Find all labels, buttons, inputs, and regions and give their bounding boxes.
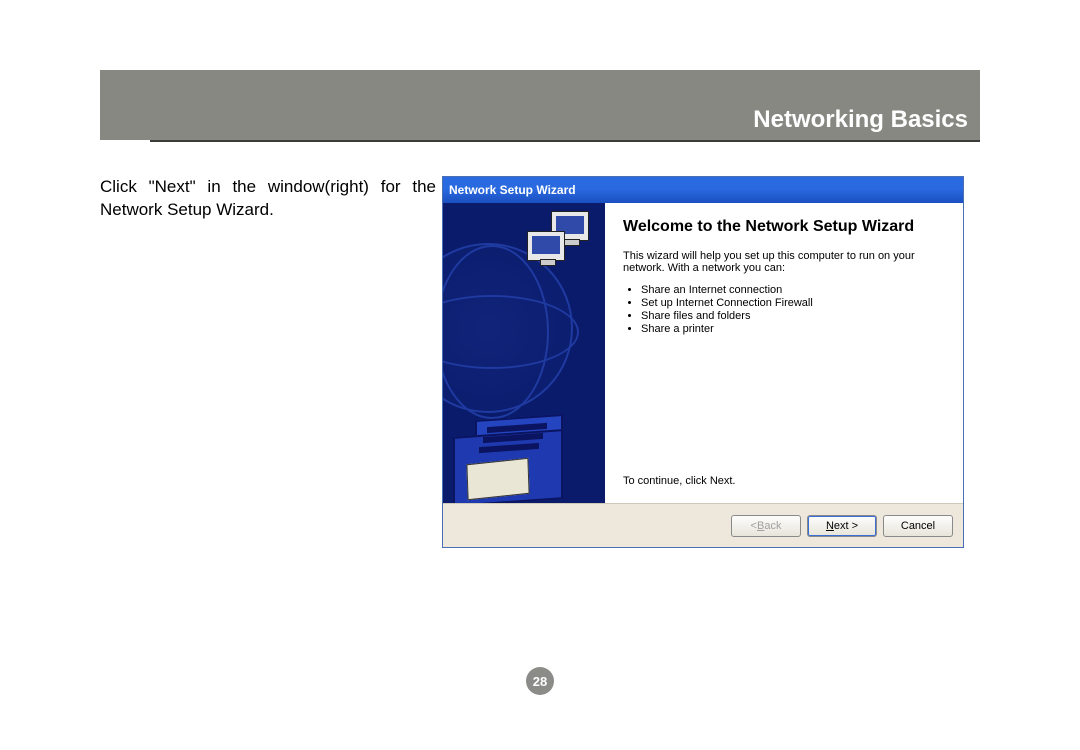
list-item: Share an Internet connection <box>641 284 945 296</box>
list-item: Set up Internet Connection Firewall <box>641 297 945 309</box>
wizard-feature-list: Share an Internet connection Set up Inte… <box>641 284 945 336</box>
printer-icon <box>453 393 583 503</box>
page-number-badge: 28 <box>526 667 554 695</box>
wizard-heading: Welcome to the Network Setup Wizard <box>623 217 945 236</box>
next-button[interactable]: Next > <box>807 515 877 537</box>
cancel-label: Cancel <box>901 520 935 532</box>
computers-icon <box>527 211 597 267</box>
back-rest: ack <box>764 520 781 532</box>
section-title: Networking Basics <box>753 106 968 134</box>
globe-icon <box>443 243 573 413</box>
next-rest: ext > <box>834 520 858 532</box>
cancel-button[interactable]: Cancel <box>883 515 953 537</box>
back-button: < Back <box>731 515 801 537</box>
wizard-intro-text: This wizard will help you set up this co… <box>623 250 945 274</box>
list-item: Share a printer <box>641 323 945 335</box>
next-underline: N <box>826 520 834 532</box>
back-underline: B <box>757 520 764 532</box>
titlebar: Network Setup Wizard <box>443 177 963 203</box>
document-page: Networking Basics Click "Next" in the wi… <box>100 70 980 548</box>
wizard-sidebar-graphic <box>443 203 605 503</box>
content-row: Click "Next" in the window(right) for th… <box>100 176 980 548</box>
page-number: 28 <box>533 674 547 689</box>
wizard-body: Welcome to the Network Setup Wizard This… <box>443 203 963 503</box>
network-setup-wizard-window: Network Setup Wizard <box>442 176 964 548</box>
header-underline <box>150 140 980 142</box>
wizard-button-row: < Back Next > Cancel <box>443 503 963 547</box>
instruction-text: Click "Next" in the window(right) for th… <box>100 176 436 222</box>
wizard-continue-text: To continue, click Next. <box>623 475 945 487</box>
wizard-content: Welcome to the Network Setup Wizard This… <box>605 203 963 503</box>
list-item: Share files and folders <box>641 310 945 322</box>
section-header: Networking Basics <box>100 70 980 150</box>
titlebar-text: Network Setup Wizard <box>449 183 576 197</box>
